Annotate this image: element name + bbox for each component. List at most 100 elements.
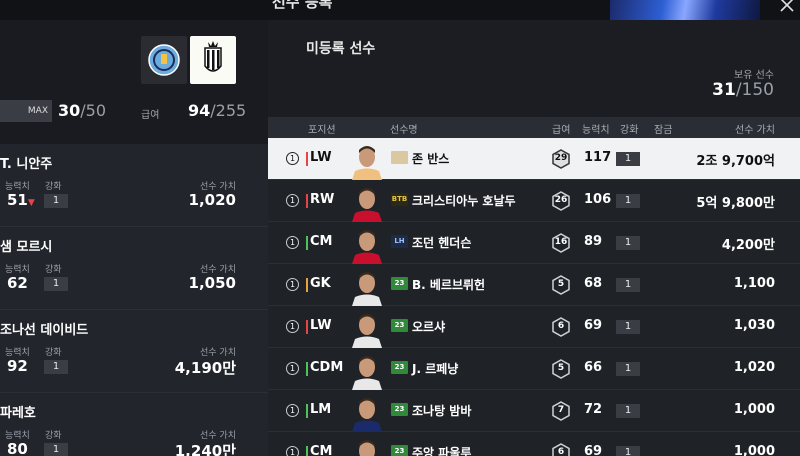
owned-current: 31 [712, 80, 736, 100]
close-button[interactable] [776, 0, 800, 20]
col-name[interactable]: 선수명 [390, 121, 418, 136]
registered-player-card[interactable]: T. 니안주 능력치 강화 선수 가치 51▼ 1 1,020 [0, 144, 268, 227]
player-salary: 7 [557, 405, 565, 415]
salary-hex-icon: 26 [552, 191, 570, 211]
salary-hex-icon: 5 [552, 275, 570, 295]
position-color-bar [306, 194, 308, 208]
player-name: 크리스티아누 호날두 [412, 194, 516, 208]
player-face-icon [348, 308, 386, 348]
col-salary[interactable]: 급여 [552, 121, 570, 136]
player-name: 파레호 [0, 406, 36, 421]
salary-hex-icon: 6 [552, 317, 570, 337]
chemistry-number: 1 [286, 236, 299, 249]
player-value: 2조 9,700억 [696, 154, 775, 169]
col-level[interactable]: 강화 [620, 121, 638, 136]
registered-count-max: /50 [80, 101, 107, 120]
chemistry-number: 1 [286, 278, 299, 291]
registered-player-card[interactable]: 파레호 능력치 강화 선수 가치 80 1 1,240만 [0, 393, 268, 456]
table-row[interactable]: 1 LW 존 반스 29 117 1 2조 9,700억 [268, 138, 800, 180]
player-position: LW [310, 318, 332, 333]
level-badge: 1 [616, 320, 640, 334]
player-name: B. 베르브뤼헌 [412, 278, 486, 292]
registered-count-current: 30 [58, 101, 81, 120]
salary-current: 94 [188, 101, 211, 120]
owned-count: 31/150 [712, 80, 774, 100]
player-value: 1,020 [733, 360, 775, 375]
close-icon [780, 0, 794, 12]
registered-player-list: T. 니안주 능력치 강화 선수 가치 51▼ 1 1,020 샘 모르시 능력… [0, 144, 268, 456]
col-ovr[interactable]: 능력치 [582, 121, 610, 136]
table-row[interactable]: 1 CM LH 조던 헨더슨 16 89 1 4,200만 [268, 222, 800, 264]
registered-player-card[interactable]: 조나선 데이비드 능력치 강화 선수 가치 92 1 4,190만 [0, 310, 268, 393]
player-face-icon [348, 224, 386, 264]
player-ovr: 69 [584, 444, 603, 456]
player-salary: 5 [557, 279, 565, 289]
season-badge-icon: 23 [391, 403, 408, 416]
owned-label: 보유 선수 [734, 70, 774, 81]
player-ovr: 62 [7, 274, 28, 292]
col-position[interactable]: 포지션 [308, 121, 336, 136]
chemistry-number: 1 [286, 362, 299, 375]
player-salary: 29 [554, 153, 568, 163]
season-badge-icon: BTB [391, 193, 408, 206]
level-badge: 1 [616, 278, 640, 292]
player-ovr: 80 [7, 440, 28, 456]
player-ovr: 72 [584, 402, 603, 417]
player-face-icon [348, 182, 386, 222]
registered-panel: MAX 30/50 급여 94/255 T. 니안주 능력치 강화 선수 가치 … [0, 20, 268, 456]
player-ovr: 51▼ [7, 191, 35, 209]
salary-label: 급여 [141, 110, 160, 121]
player-value: 5억 9,800만 [696, 196, 775, 211]
player-name: 샘 모르시 [0, 240, 53, 255]
level-badge: 1 [44, 443, 68, 456]
table-row[interactable]: 1 RW BTB 크리스티아누 호날두 26 106 1 5억 9,800만 [268, 180, 800, 222]
level-badge: 1 [616, 236, 640, 250]
level-label: 강화 [45, 431, 62, 441]
level-label: 강화 [45, 265, 62, 275]
player-position: GK [310, 276, 331, 291]
club-crest-lokeren[interactable] [190, 36, 236, 84]
player-ovr: 89 [584, 234, 603, 249]
position-color-bar [306, 236, 308, 250]
table-row[interactable]: 1 CDM 23 J. 르페냥 5 66 1 1,020 [268, 348, 800, 390]
unregistered-panel: 미등록 선수 보유 선수 31/150 포지션 선수명 급여 능력치 강화 잠금… [268, 20, 800, 456]
max-label: MAX [0, 100, 52, 122]
salary-hex-icon: 29 [552, 149, 570, 169]
player-value: 1,000 [733, 402, 775, 417]
level-badge: 1 [44, 277, 68, 291]
player-name: 존 반스 [412, 152, 450, 166]
level-badge: 1 [616, 362, 640, 376]
salary-total: 94/255 [188, 100, 246, 122]
player-ovr: 92 [7, 357, 28, 375]
player-name: T. 니안주 [0, 157, 53, 172]
col-lock[interactable]: 잠금 [654, 121, 672, 136]
player-value: 1,100 [733, 276, 775, 291]
level-badge: 1 [616, 446, 640, 456]
table-row[interactable]: 1 LM 23 조나탕 밤바 7 72 1 1,000 [268, 390, 800, 432]
player-salary: 26 [554, 195, 568, 205]
player-position: LW [310, 150, 332, 165]
table-row[interactable]: 1 CM 23 주앙 파울루 6 69 1 1,000 [268, 432, 800, 456]
table-row[interactable]: 1 LW 23 오르샤 6 69 1 1,030 [268, 306, 800, 348]
player-face-icon [348, 392, 386, 432]
season-badge-icon: 23 [391, 445, 408, 456]
registered-player-card[interactable]: 샘 모르시 능력치 강화 선수 가치 62 1 1,050 [0, 227, 268, 310]
player-ovr: 117 [584, 150, 612, 165]
table-row[interactable]: 1 GK 23 B. 베르브뤼헌 5 68 1 1,100 [268, 264, 800, 306]
registered-count: 30/50 [58, 100, 106, 122]
owned-max: /150 [735, 80, 774, 100]
chemistry-number: 1 [286, 404, 299, 417]
player-value: 1,240만 [174, 442, 236, 456]
level-label: 강화 [45, 348, 62, 358]
player-value: 4,200만 [721, 238, 775, 253]
player-value: 4,190만 [174, 359, 236, 377]
position-color-bar [306, 320, 308, 334]
player-salary: 16 [554, 237, 568, 247]
decorative-banner [610, 0, 760, 20]
player-value: 1,020 [188, 191, 236, 209]
player-salary: 6 [557, 321, 565, 331]
club-crest-manchester-city[interactable] [141, 36, 187, 84]
col-value[interactable]: 선수 가치 [735, 121, 775, 136]
level-badge: 1 [616, 152, 640, 166]
chemistry-number: 1 [286, 320, 299, 333]
